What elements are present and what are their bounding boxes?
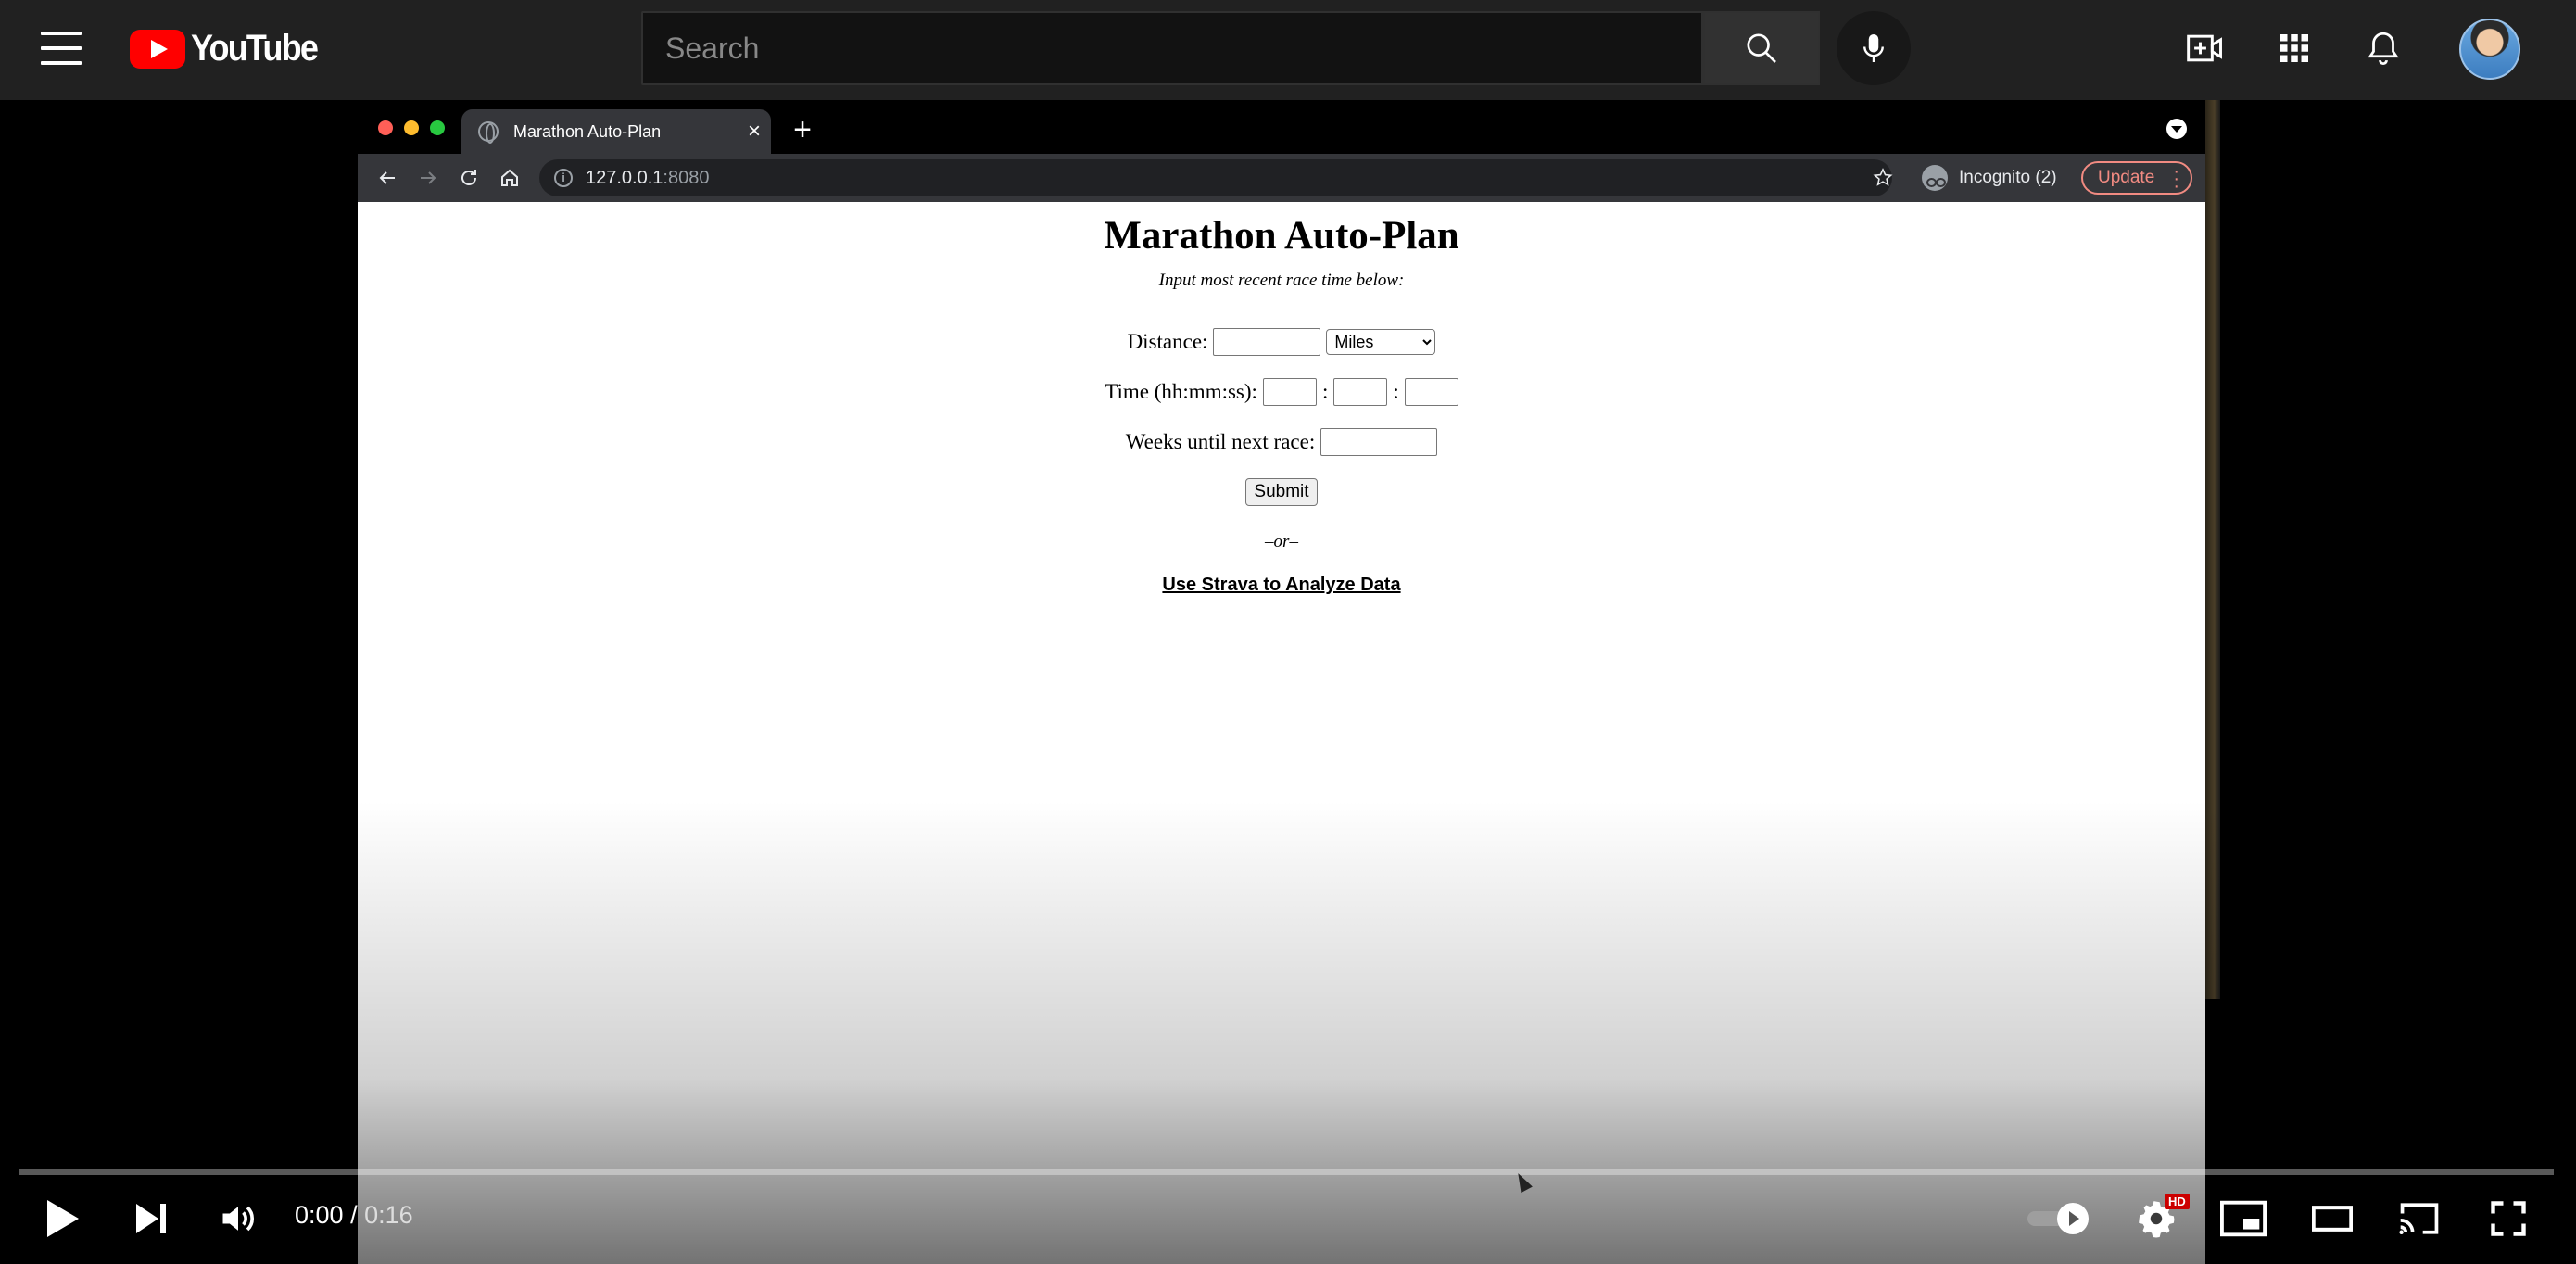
time-separator: : — [1393, 380, 1399, 403]
maximize-window-dot[interactable] — [430, 120, 445, 135]
incognito-label: Incognito (2) — [1959, 168, 2057, 187]
youtube-play-icon — [130, 29, 185, 69]
submit-row: Submit — [358, 478, 2205, 506]
tab-title: Marathon Auto-Plan — [513, 121, 662, 141]
time-label: Time (hh:mm:ss): — [1105, 380, 1257, 403]
time-row: Time (hh:mm:ss): : : — [358, 378, 2205, 406]
site-info-icon[interactable]: i — [554, 169, 573, 187]
autoplay-play-icon — [2057, 1203, 2089, 1234]
search-input[interactable] — [643, 13, 1701, 83]
reload-icon[interactable] — [452, 161, 486, 195]
distance-row: Distance: Miles — [358, 328, 2205, 356]
weeks-row: Weeks until next race: — [358, 428, 2205, 456]
progress-bar[interactable] — [19, 1169, 2554, 1175]
time-separator: / — [343, 1201, 365, 1229]
current-time: 0:00 — [295, 1201, 344, 1229]
address-bar[interactable]: i 127.0.0.1:8080 — [539, 159, 1892, 196]
globe-icon — [478, 121, 499, 144]
browser-update-button[interactable]: Update · · · — [2081, 161, 2192, 196]
weeks-input[interactable] — [1320, 428, 1438, 456]
distance-label: Distance: — [1127, 330, 1208, 353]
url-host: 127.0.0.1 — [586, 167, 663, 188]
search-icon — [1747, 33, 1776, 63]
close-window-dot[interactable] — [378, 120, 393, 135]
search-button[interactable] — [1703, 11, 1820, 85]
weeks-label: Weeks until next race: — [1125, 430, 1316, 453]
hours-input[interactable] — [1262, 378, 1317, 406]
browser-toolbar: i 127.0.0.1:8080 Incognito (2) Update · ·… — [358, 154, 2205, 202]
fullscreen-button[interactable] — [2480, 1190, 2537, 1247]
minutes-input[interactable] — [1333, 378, 1388, 406]
menu-icon[interactable] — [41, 32, 82, 65]
volume-button[interactable] — [209, 1190, 267, 1247]
next-icon — [136, 1204, 166, 1233]
video-frame-edge — [2205, 100, 2220, 999]
cast-button[interactable] — [2391, 1190, 2448, 1247]
next-button[interactable] — [122, 1190, 180, 1247]
video-player[interactable]: Marathon Auto-Plan × + i 127.0.0.1:8080 — [0, 100, 2576, 1264]
youtube-logo[interactable]: YouTube — [130, 28, 331, 70]
browser-tab-strip: Marathon Auto-Plan × + — [358, 100, 2205, 154]
time-separator: : — [1321, 380, 1329, 403]
cast-icon — [2399, 1203, 2439, 1234]
notifications-bell-icon[interactable] — [2361, 26, 2406, 70]
youtube-wordmark: YouTube — [191, 28, 319, 69]
or-divider: –or– — [1265, 532, 1298, 551]
avatar[interactable] — [2459, 19, 2520, 80]
create-video-icon[interactable] — [2183, 26, 2228, 70]
back-icon[interactable] — [371, 161, 404, 195]
microphone-icon — [1863, 34, 1884, 62]
bookmark-star-icon[interactable] — [1866, 161, 1900, 195]
search-box — [641, 11, 1703, 85]
fullscreen-icon — [2491, 1201, 2526, 1236]
new-tab-button[interactable]: + — [786, 113, 819, 146]
tab-search-icon[interactable] — [2166, 119, 2187, 139]
tab-close-icon[interactable]: × — [738, 119, 771, 145]
more-menu-icon[interactable]: · · · — [2173, 162, 2179, 196]
distance-input[interactable] — [1213, 328, 1321, 356]
incognito-icon — [1922, 165, 1948, 191]
apps-grid-icon[interactable] — [2272, 26, 2317, 70]
url-port: :8080 — [663, 167, 710, 188]
seconds-input[interactable] — [1404, 378, 1458, 406]
incognito-indicator[interactable]: Incognito (2) — [1922, 161, 2057, 195]
forward-icon[interactable] — [411, 161, 445, 195]
submit-button[interactable]: Submit — [1245, 478, 1318, 506]
theater-mode-button[interactable] — [2304, 1190, 2361, 1247]
update-label: Update — [2098, 168, 2155, 187]
miniplayer-icon — [2220, 1200, 2267, 1237]
duration: 0:16 — [364, 1201, 413, 1229]
time-display: 0:00 / 0:16 — [295, 1201, 413, 1230]
autoplay-toggle[interactable] — [2027, 1203, 2090, 1234]
theater-mode-icon — [2312, 1206, 2353, 1232]
browser-window: Marathon Auto-Plan × + i 127.0.0.1:8080 — [358, 100, 2205, 1264]
browser-tab[interactable]: Marathon Auto-Plan × — [461, 109, 771, 154]
youtube-masthead: YouTube — [0, 0, 2576, 100]
home-icon[interactable] — [493, 161, 526, 195]
page-title: Marathon Auto-Plan — [1104, 214, 1459, 258]
web-page: Marathon Auto-Plan Input most recent rac… — [358, 202, 2205, 1264]
hd-badge: HD — [2165, 1194, 2190, 1209]
strava-link[interactable]: Use Strava to Analyze Data — [358, 575, 2205, 596]
minimize-window-dot[interactable] — [404, 120, 419, 135]
distance-unit-select[interactable]: Miles — [1326, 329, 1436, 355]
miniplayer-button[interactable] — [2215, 1190, 2272, 1247]
page-subtitle: Input most recent race time below: — [1158, 271, 1405, 290]
play-icon — [47, 1200, 79, 1237]
play-button[interactable] — [33, 1190, 91, 1247]
voice-search-button[interactable] — [1837, 11, 1911, 85]
volume-icon — [222, 1206, 254, 1232]
